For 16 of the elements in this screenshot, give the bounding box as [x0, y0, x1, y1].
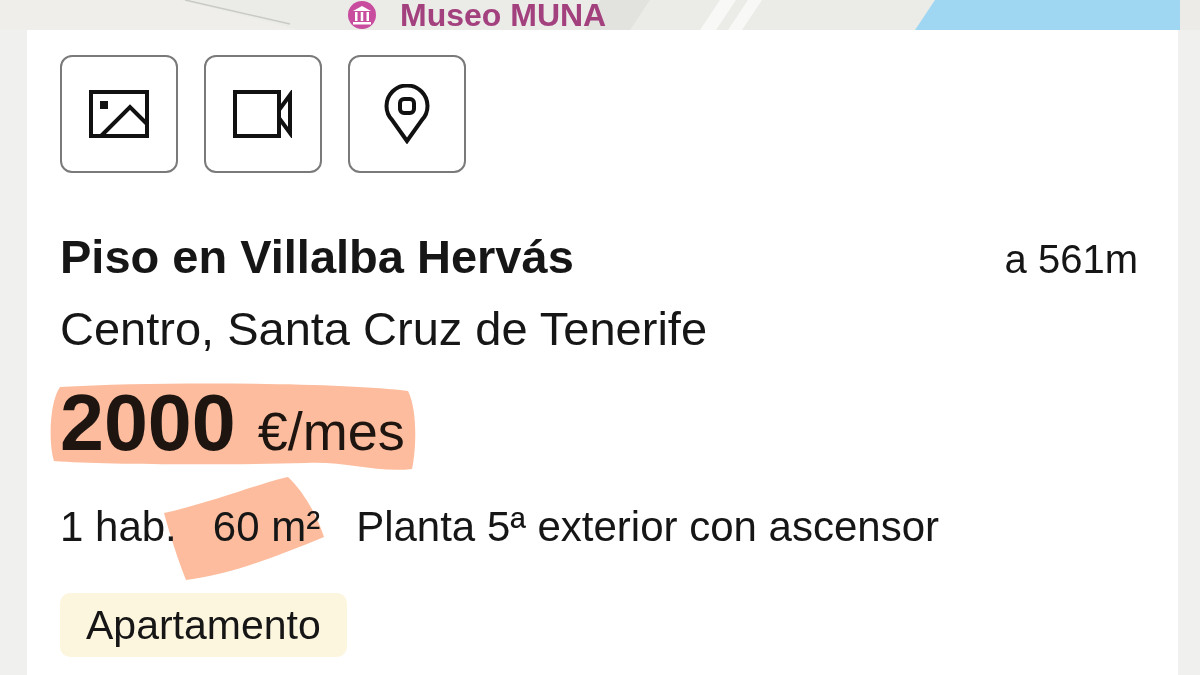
location-text: Centro, Santa Cruz de Tenerife	[60, 302, 708, 355]
detail-text: Planta 5ª exterior con ascensor	[356, 503, 939, 550]
detail-text: 60 m²	[212, 503, 321, 550]
location-pin-icon	[383, 84, 431, 144]
price-amount: 2000	[60, 381, 236, 465]
property-type-tag: Apartamento	[60, 593, 347, 657]
listing-title: Piso en Villalba Hervás	[60, 229, 574, 285]
distance-label: a 561m	[1004, 236, 1138, 283]
map-button[interactable]	[348, 55, 466, 173]
video-button[interactable]	[204, 55, 322, 173]
image-icon	[89, 90, 149, 138]
photos-button[interactable]	[60, 55, 178, 173]
place-label: Museo MUNA	[400, 0, 607, 30]
video-camera-icon	[233, 90, 293, 138]
price-unit: €/mes	[257, 400, 405, 463]
detail-text: 1 hab.	[60, 503, 177, 550]
